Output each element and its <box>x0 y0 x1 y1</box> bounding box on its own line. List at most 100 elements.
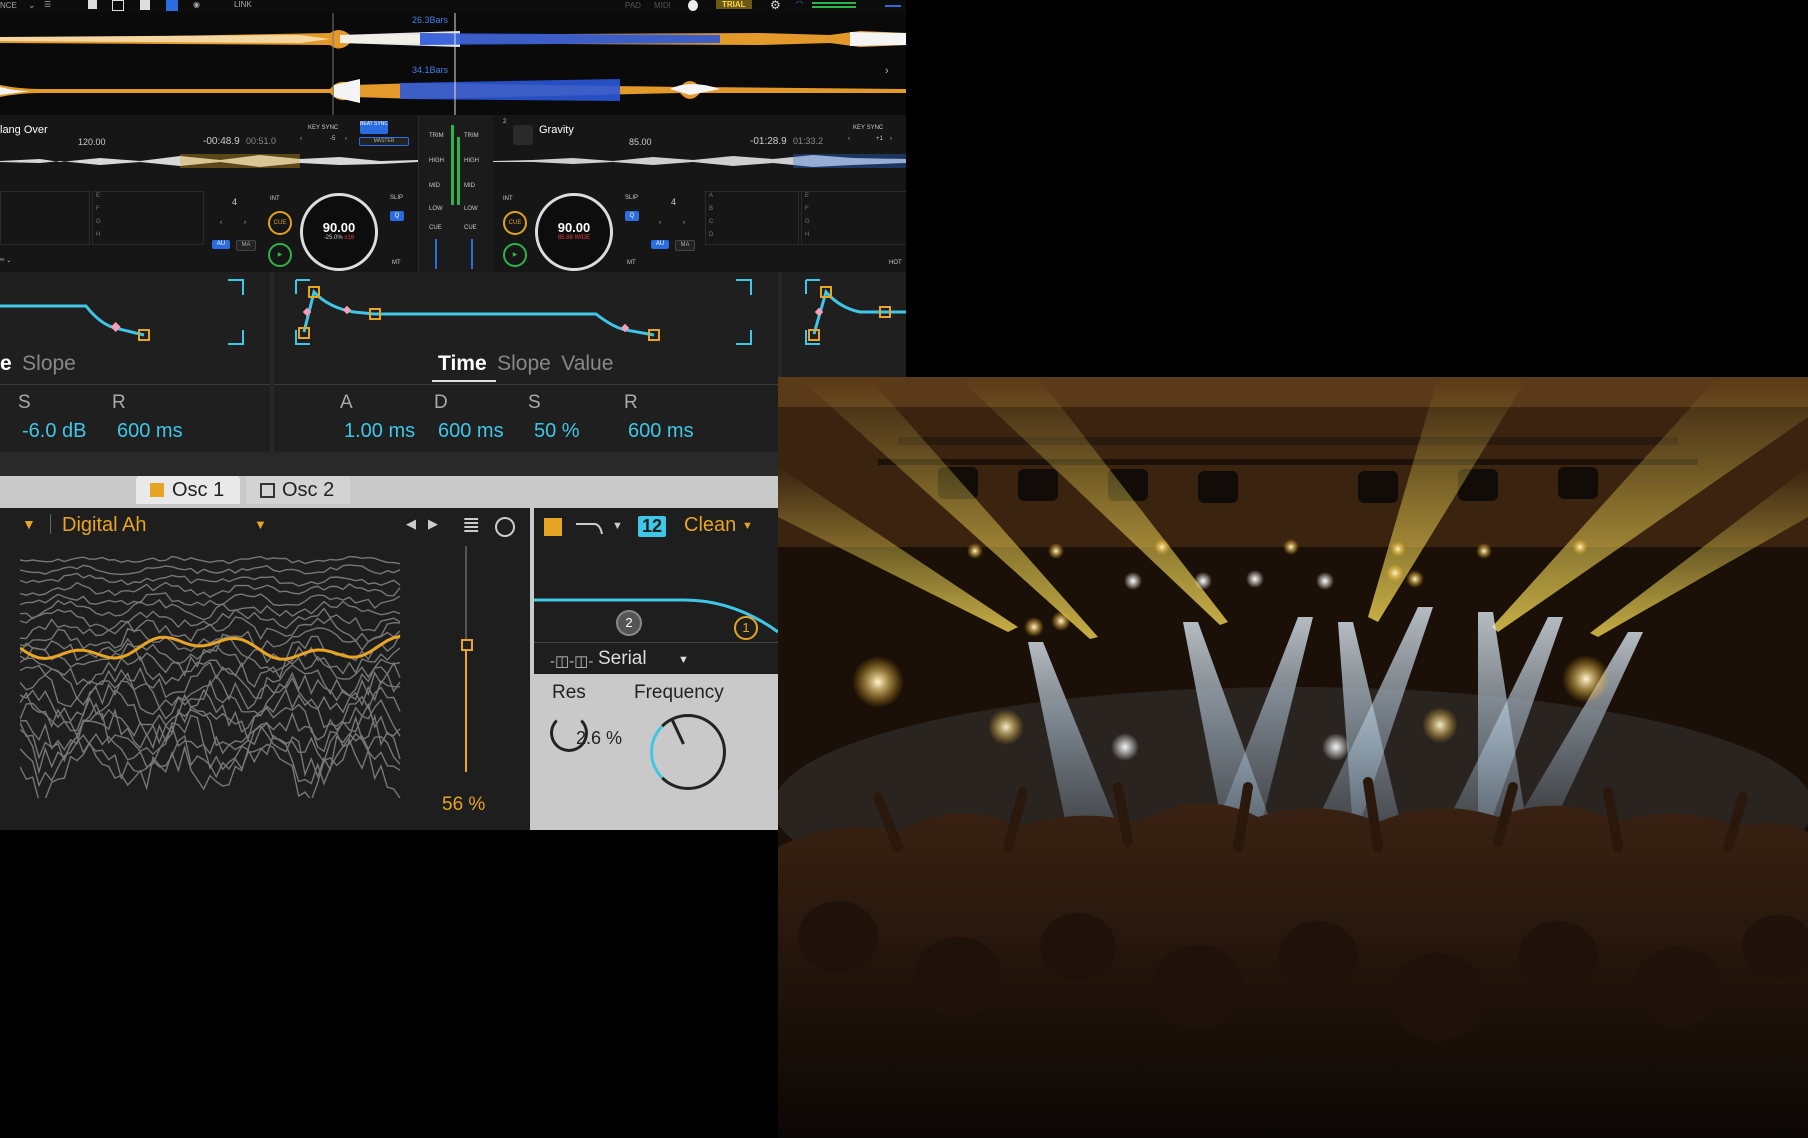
left-sustain-value[interactable]: -6.0 dB <box>22 420 86 443</box>
deck2-pad-h[interactable]: H <box>805 232 809 238</box>
deck1-slip-button[interactable]: SLIP <box>390 195 403 201</box>
deck2-key-right-icon[interactable]: › <box>890 136 892 142</box>
filter-enabled-toggle[interactable] <box>544 518 562 536</box>
deck2-pad-a[interactable]: A <box>709 193 713 199</box>
wavetable-dropdown-icon[interactable]: ▼ <box>254 517 267 532</box>
position-slider-handle[interactable] <box>461 639 473 652</box>
deck2-pad-g[interactable]: G <box>805 219 810 225</box>
deck1-pad-g[interactable]: G <box>96 219 101 225</box>
deck1-cue-button[interactable]: CUE <box>268 211 292 235</box>
routing-dropdown[interactable]: Serial <box>598 648 647 670</box>
deck1-pad-f[interactable]: F <box>96 206 100 212</box>
filter-circuit-dropdown[interactable]: Clean <box>684 514 736 537</box>
deck1-key-sync-button[interactable]: KEY SYNC <box>308 125 338 131</box>
deck2-jog-wheel[interactable]: 90.00 85.88 WIDE <box>535 193 613 271</box>
deck1-master-button[interactable]: MASTER <box>359 137 409 146</box>
deck2-quantize-button[interactable]: Q <box>625 211 639 221</box>
deck1-ma-button[interactable]: MA <box>236 240 256 251</box>
midi-button[interactable]: MIDI <box>654 1 671 10</box>
tab-osc2[interactable]: Osc 2 <box>246 476 350 504</box>
deck2-pad-left[interactable] <box>705 191 799 245</box>
mixer-low-2[interactable]: LOW <box>464 206 478 212</box>
deck2-pad-d[interactable]: D <box>709 232 713 238</box>
deck2-play-button[interactable]: ▶ <box>503 243 527 267</box>
filter-1-badge[interactable]: 1 <box>734 616 758 640</box>
deck1-pad-right[interactable] <box>92 191 204 245</box>
deck2-hot-cue-button[interactable]: HOT <box>889 260 902 266</box>
pad-button[interactable]: PAD <box>625 1 641 10</box>
deck1-key-right-icon[interactable]: › <box>345 136 347 142</box>
mixer-trim-2[interactable]: TRIM <box>464 133 479 139</box>
sustain-value[interactable]: 50 % <box>534 420 580 443</box>
mixer-mid-1[interactable]: MID <box>429 183 440 189</box>
envelope-right-graph[interactable] <box>782 272 906 382</box>
deck1-pad-left[interactable] <box>0 191 90 245</box>
left-release-value[interactable]: 600 ms <box>117 420 183 443</box>
deck2-beatjump-right-icon[interactable]: › <box>683 220 685 226</box>
settings-gear-icon[interactable]: ⚙ <box>770 0 781 12</box>
deck2-slip-button[interactable]: SLIP <box>625 195 638 201</box>
attack-value[interactable]: 1.00 ms <box>344 420 415 443</box>
deck2-zoom-waveform[interactable]: 34.1Bars › <box>0 65 906 115</box>
mixer-high-2[interactable]: HIGH <box>464 158 479 164</box>
waveform-grid-icon[interactable] <box>140 0 150 10</box>
mixer-mid-2[interactable]: MID <box>464 183 475 189</box>
mixer-cue-2[interactable]: CUE <box>464 225 477 231</box>
deck2-key-left-icon[interactable]: ‹ <box>848 136 850 142</box>
mixer-trim-1[interactable]: TRIM <box>429 133 444 139</box>
filter-type-lowpass-icon[interactable] <box>574 518 610 538</box>
wavetable-3d-view-icon[interactable] <box>495 517 515 537</box>
record-icon[interactable]: ◉ <box>193 0 200 9</box>
deck2-pad-b[interactable]: B <box>709 206 713 212</box>
layout-menu[interactable]: NCE <box>0 1 17 10</box>
deck1-pad-h[interactable]: H <box>96 232 100 238</box>
chevron-down-icon[interactable]: ⌄ <box>28 0 36 11</box>
deck1-int-dropdown[interactable]: INT <box>270 196 280 202</box>
deck2-pad-e[interactable]: E <box>805 193 809 199</box>
wavetable-name[interactable]: Digital Ah <box>62 514 147 537</box>
deck1-beat-sync-button[interactable]: BEAT SYNC <box>360 121 388 134</box>
channel-fader-2[interactable] <box>471 239 473 269</box>
deck1-quantize-button[interactable]: Q <box>390 211 404 221</box>
decay-value[interactable]: 600 ms <box>438 420 504 443</box>
osc2-enabled-checkbox[interactable] <box>260 483 275 498</box>
wavetable-list-view-icon[interactable]: ≣ <box>462 512 480 538</box>
release-value[interactable]: 600 ms <box>628 420 694 443</box>
frequency-knob[interactable] <box>650 714 726 790</box>
deck2-overview-waveform[interactable] <box>493 152 906 170</box>
mixer-cue-1[interactable]: CUE <box>429 225 442 231</box>
deck2-ma-button[interactable]: MA <box>675 240 695 251</box>
mixer-high-1[interactable]: HIGH <box>429 158 444 164</box>
deck1-zoom-waveform[interactable]: 26.3Bars <box>0 13 906 65</box>
wavetable-category-chevron-icon[interactable]: ▼ <box>22 516 36 532</box>
mixer-view-icon[interactable] <box>166 0 178 11</box>
channel-fader-1[interactable] <box>435 239 437 269</box>
deck2-pad-right[interactable] <box>801 191 906 245</box>
sync-icon[interactable]: ◠ <box>796 0 803 8</box>
mixer-low-1[interactable]: LOW <box>429 206 443 212</box>
deck1-beatjump-left-icon[interactable]: ‹ <box>220 220 222 226</box>
next-wavetable-icon[interactable]: ▶ <box>428 516 438 532</box>
deck2-key-sync-button[interactable]: KEY SYNC <box>853 125 883 131</box>
deck2-au-button[interactable]: AU <box>651 240 669 249</box>
deck1-pad-mode-chevron-icon[interactable]: ᵘᵉ ⌄ <box>0 257 11 264</box>
chevron-right-icon[interactable]: › <box>885 65 889 77</box>
tab-osc1[interactable]: Osc 1 <box>136 476 240 504</box>
deck2-pad-c[interactable]: C <box>709 219 713 225</box>
filter-type-chevron-icon[interactable]: ▼ <box>612 520 623 532</box>
deck1-mt-button[interactable]: MT <box>392 260 401 266</box>
link-button[interactable]: LINK <box>234 0 252 9</box>
grid-view-icon[interactable] <box>88 0 97 9</box>
deck1-overview-waveform[interactable] <box>0 152 418 170</box>
tab-time-partial[interactable]: e <box>0 352 12 375</box>
menu-icon[interactable]: ☰ <box>44 0 51 9</box>
deck1-pad-e[interactable]: E <box>96 193 100 199</box>
tab-slope[interactable]: Slope <box>497 352 551 375</box>
deck2-beatjump-left-icon[interactable]: ‹ <box>659 220 661 226</box>
deck2-cue-button[interactable]: CUE <box>503 211 527 235</box>
layout-icon[interactable] <box>112 0 124 11</box>
deck2-int-dropdown[interactable]: INT <box>503 196 513 202</box>
deck2-pad-f[interactable]: F <box>805 206 809 212</box>
osc1-enabled-checkbox[interactable] <box>150 483 164 497</box>
deck1-play-button[interactable]: ▶ <box>268 243 292 267</box>
